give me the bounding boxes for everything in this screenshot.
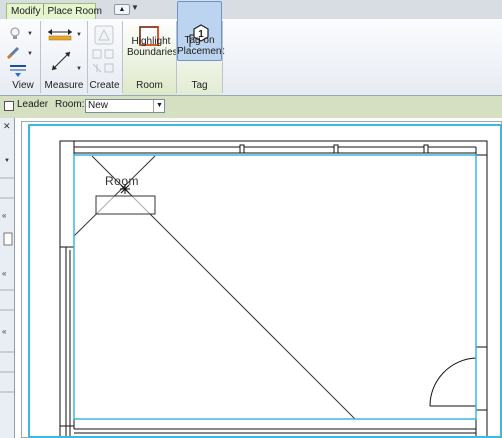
crop-region[interactable] <box>28 124 502 438</box>
